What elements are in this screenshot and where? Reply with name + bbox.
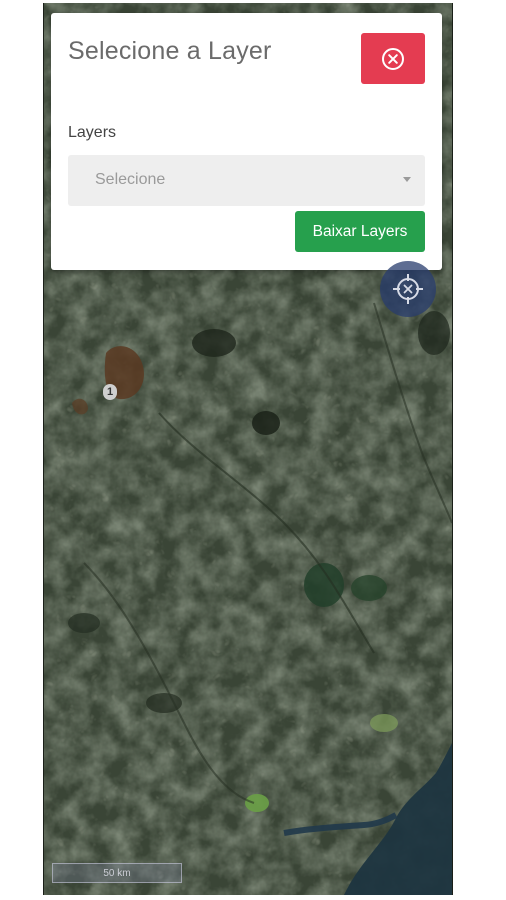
- layer-select-modal: Selecione a Layer Layers Selecione Baixa…: [51, 13, 442, 270]
- layers-label: Layers: [68, 124, 117, 141]
- crosshair-locate-icon: [393, 274, 423, 304]
- map-cluster-marker[interactable]: 1: [103, 384, 117, 400]
- map-scale-bar: 50 km: [52, 863, 182, 883]
- caret-down-icon: [403, 177, 411, 182]
- download-layers-button[interactable]: Baixar Layers: [295, 211, 425, 252]
- close-button[interactable]: [361, 33, 425, 84]
- modal-title: Selecione a Layer: [68, 37, 272, 65]
- locate-button[interactable]: [380, 261, 436, 317]
- phone-frame: Selecione a Layer Layers Selecione Baixa…: [43, 3, 453, 895]
- close-circle-icon: [382, 47, 404, 70]
- layer-select[interactable]: Selecione: [68, 155, 425, 206]
- layer-select-value: Selecione: [95, 171, 166, 188]
